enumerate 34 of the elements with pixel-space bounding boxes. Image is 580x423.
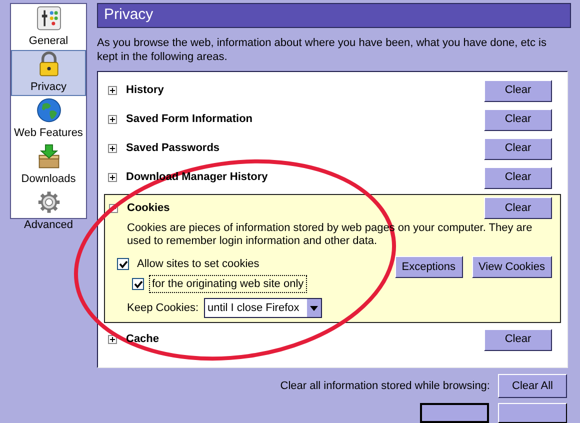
panel-title: Privacy: [104, 5, 154, 26]
panel-description: As you browse the web, information about where you have been, what you have done, etc is kept in the following areas.: [97, 36, 548, 64]
expand-icon[interactable]: [108, 335, 117, 344]
clear-button[interactable]: Clear: [484, 108, 552, 131]
expand-icon[interactable]: [108, 173, 117, 182]
section-button[interactable]: Exceptions: [394, 256, 463, 278]
category-item[interactable]: Downloads: [11, 142, 86, 188]
checkbox-label[interactable]: for the originating web site only: [149, 274, 307, 294]
expand-icon[interactable]: [108, 115, 117, 124]
section-title: Cookies: [127, 200, 170, 216]
keep-cookies-label: Keep Cookies:: [127, 300, 199, 316]
clear-button[interactable]: Clear: [484, 80, 552, 102]
clear-button[interactable]: Clear: [484, 197, 552, 220]
category-item[interactable]: General: [11, 4, 86, 50]
clear-button[interactable]: Clear: [484, 138, 552, 160]
dialog-button[interactable]: [420, 403, 489, 423]
section-title: Cache: [126, 332, 160, 348]
checkbox-label[interactable]: Allow sites to set cookies: [134, 254, 262, 274]
category-item[interactable]: Privacy: [11, 50, 86, 96]
checkbox[interactable]: [117, 258, 129, 270]
expand-icon[interactable]: [108, 86, 117, 96]
category-item[interactable]: Advanced: [11, 188, 86, 234]
section-title: History: [126, 83, 164, 98]
clear-all-label: Clear all information stored while browsing:: [280, 378, 490, 394]
clear-button[interactable]: Clear: [484, 166, 552, 189]
category-item[interactable]: Web Features: [11, 96, 86, 142]
checkbox[interactable]: [132, 278, 144, 290]
clear-all-button[interactable]: Clear All: [498, 374, 567, 398]
section-title: Saved Passwords: [126, 141, 220, 156]
section-title: Saved Form Information: [126, 112, 253, 128]
expand-icon[interactable]: [108, 144, 117, 154]
keep-cookies-dropdown[interactable]: until I close Firefox: [204, 298, 322, 318]
section-button[interactable]: View Cookies: [472, 256, 552, 278]
clear-button[interactable]: Clear: [484, 328, 552, 351]
